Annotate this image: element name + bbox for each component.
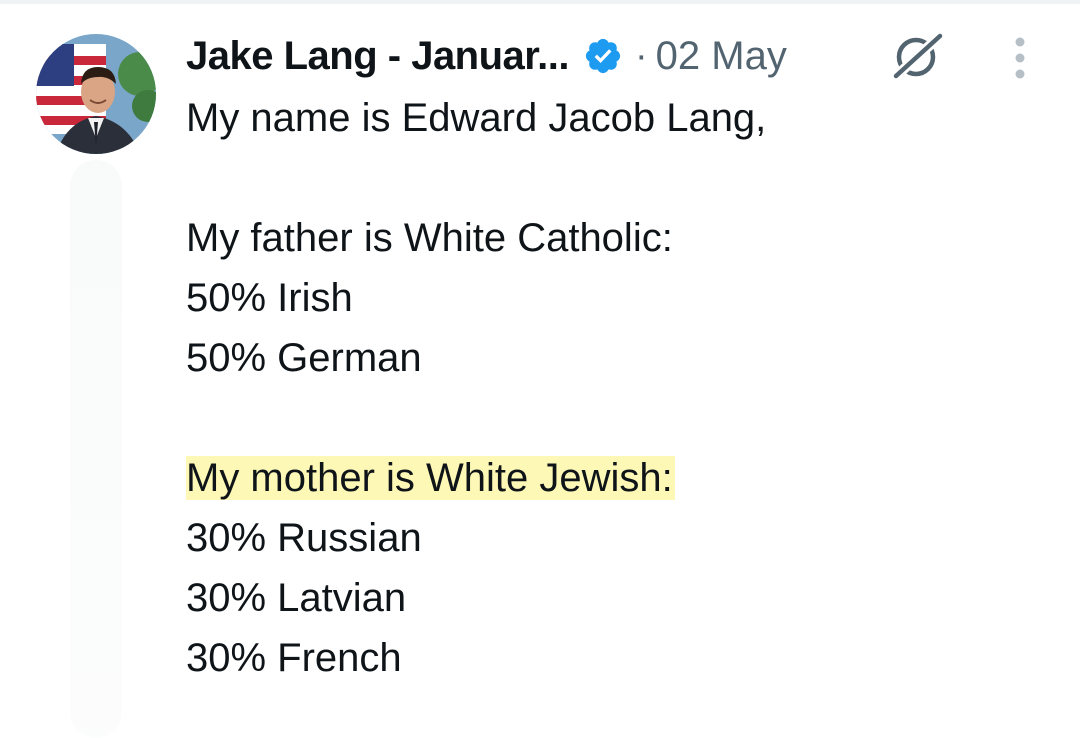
tweet-text: My name is Edward Jacob Lang, My father … xyxy=(186,88,1046,688)
grok-icon[interactable] xyxy=(889,30,946,83)
more-icon[interactable] xyxy=(1006,34,1034,84)
tweet-line: 30% Russian xyxy=(186,516,422,560)
tweet-line: 30% French xyxy=(186,636,402,680)
tweet-line: My name is Edward Jacob Lang, xyxy=(186,96,767,140)
separator-dot: · xyxy=(635,34,648,77)
avatar[interactable] xyxy=(36,34,156,154)
avatar-image xyxy=(36,34,156,154)
tweet-line: 50% Irish xyxy=(186,276,353,320)
tweet[interactable]: Jake Lang - Januar... · 02 May My name i… xyxy=(0,0,1080,738)
divider xyxy=(0,0,1080,4)
thread-line xyxy=(70,160,122,738)
tweet-line: My father is White Catholic: xyxy=(186,216,673,260)
tweet-line: 30% Latvian xyxy=(186,576,407,620)
author-name[interactable]: Jake Lang - Januar... xyxy=(186,34,570,79)
tweet-line: 50% German xyxy=(186,336,422,380)
tweet-line: My mother is White Jewish: xyxy=(186,448,1046,508)
timestamp[interactable]: 02 May xyxy=(656,34,787,79)
highlighted-text: My mother is White Jewish: xyxy=(186,456,675,500)
tweet-header: Jake Lang - Januar... · 02 May xyxy=(186,28,787,84)
verified-badge-icon[interactable] xyxy=(583,36,623,76)
